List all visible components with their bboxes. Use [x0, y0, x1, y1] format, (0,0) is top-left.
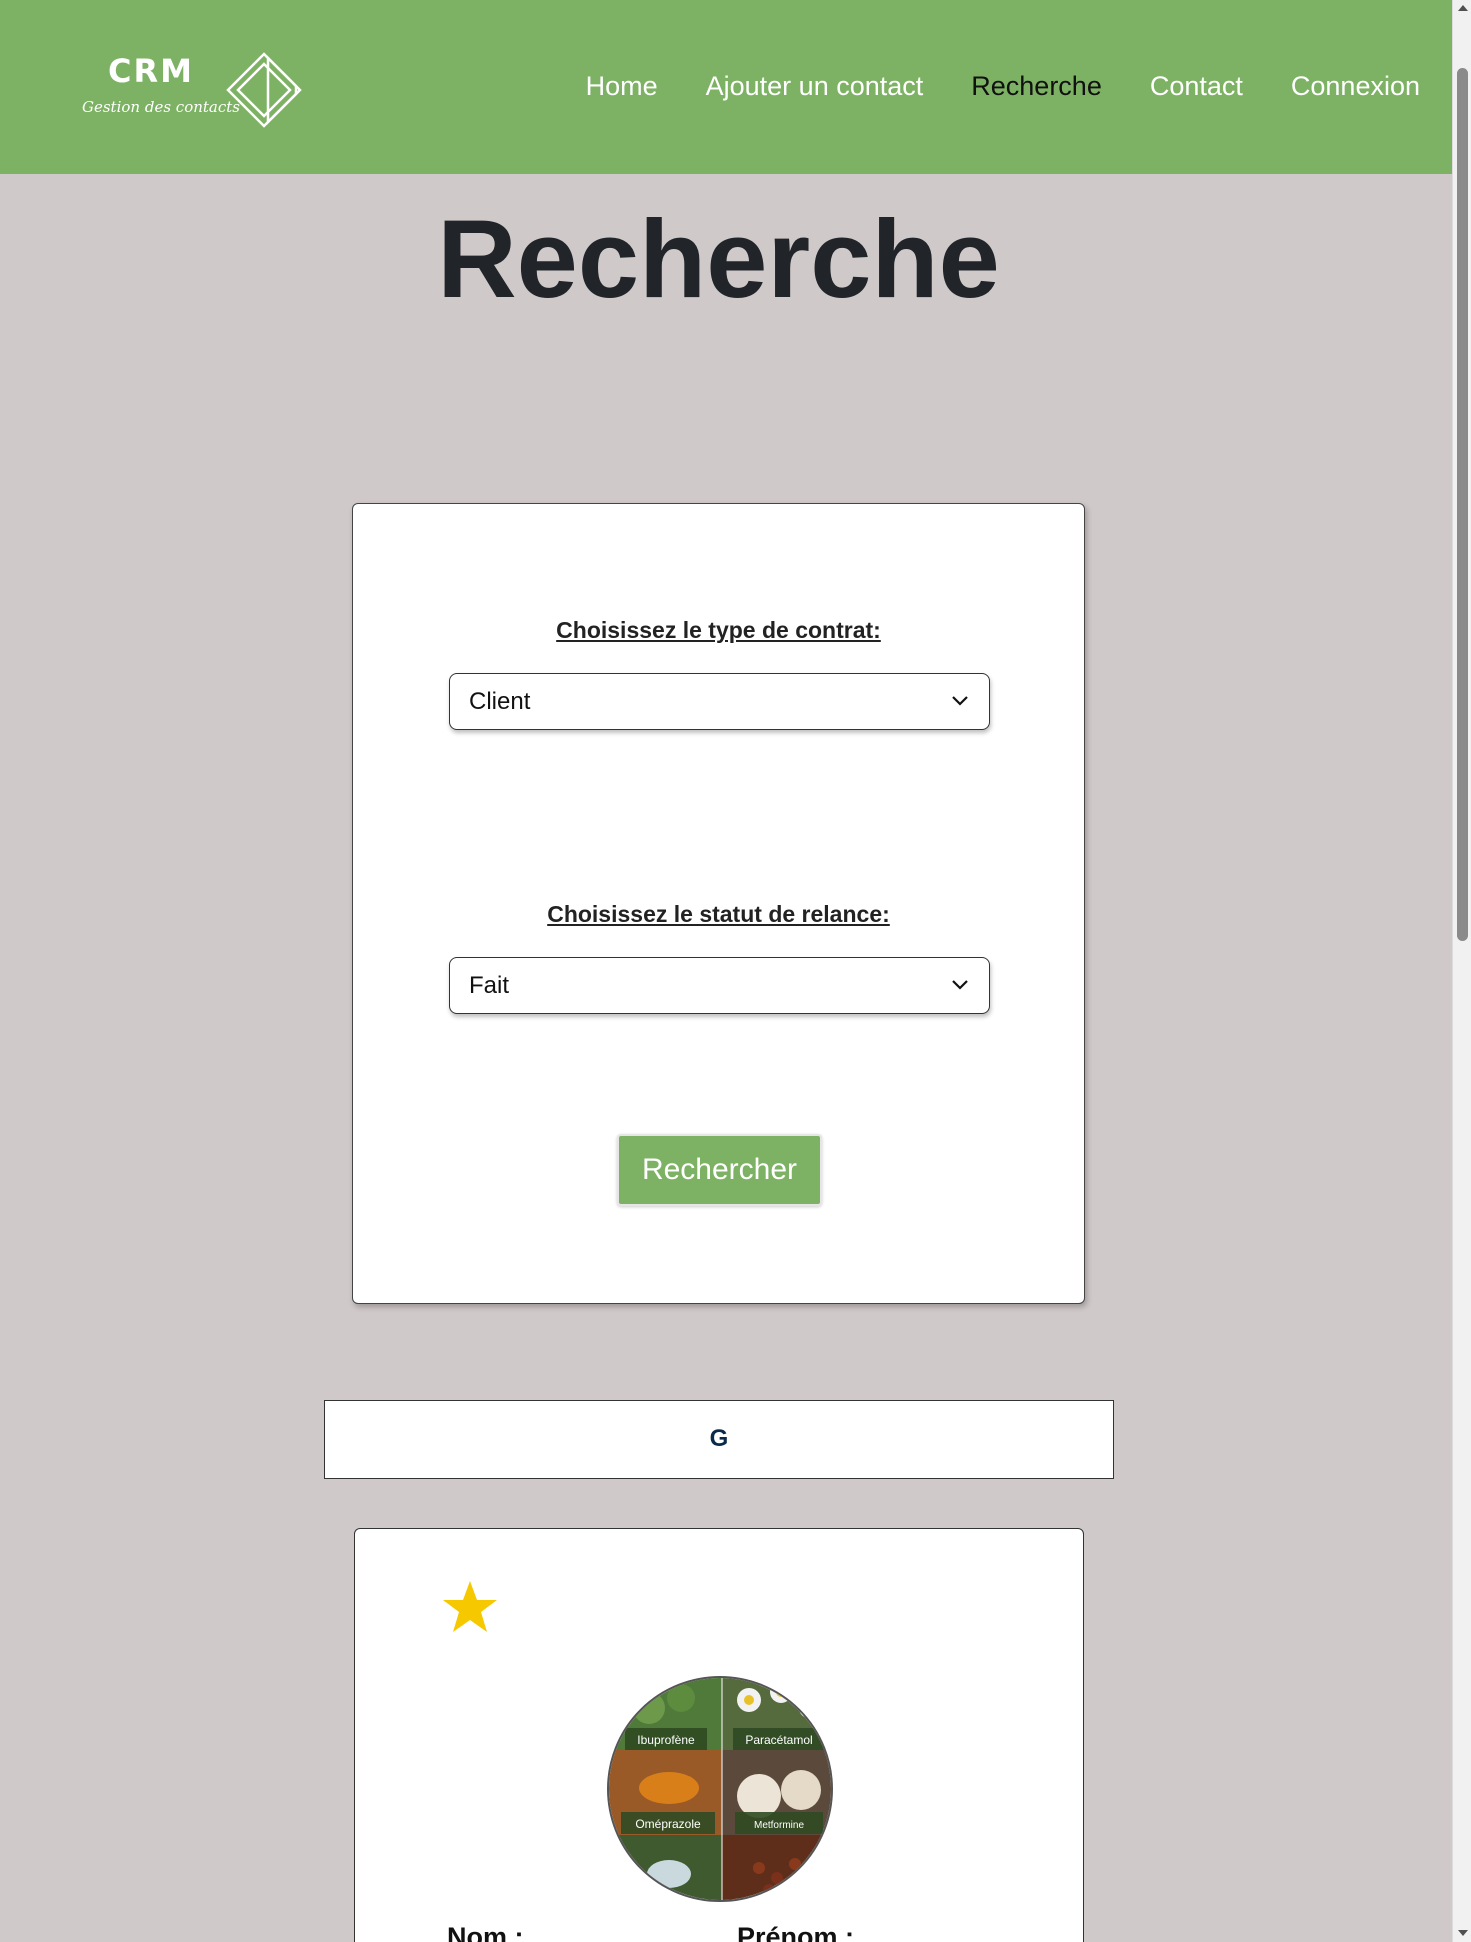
nom-label: Nom :	[447, 1922, 524, 1942]
contact-avatar: Ibuprofène Paracétamol Oméprazole Metfor…	[607, 1676, 833, 1902]
scrollbar-thumb[interactable]	[1457, 68, 1468, 941]
nav-contact[interactable]: Contact	[1150, 70, 1243, 102]
contract-type-select[interactable]: Client	[449, 673, 990, 730]
vertical-scrollbar[interactable]	[1452, 0, 1471, 1942]
chevron-down-icon	[952, 696, 968, 706]
page-title: Recherche	[437, 198, 1000, 321]
nav-ajouter-contact[interactable]: Ajouter un contact	[706, 70, 924, 102]
logo[interactable]: CRM Gestion des contacts	[82, 52, 302, 128]
image-label-omeprazole: Oméprazole	[635, 1817, 701, 1831]
letter-heading: G	[709, 1425, 729, 1452]
page: CRM Gestion des contacts Home Ajouter un…	[0, 0, 1452, 1942]
image-label-metformine: Metformine	[754, 1820, 804, 1831]
contract-type-label: Choisissez le type de contrat:	[556, 617, 881, 643]
image-label-paracetamol: Paracétamol	[745, 1733, 812, 1747]
contract-type-value: Client	[469, 688, 531, 715]
letter-divider: G	[324, 1400, 1114, 1479]
search-form: Choisissez le type de contrat: Client Ch…	[352, 503, 1085, 1304]
scroll-down-arrow-icon[interactable]	[1458, 1930, 1468, 1936]
relance-status-value: Fait	[469, 972, 510, 999]
scroll-up-arrow-icon[interactable]	[1458, 5, 1468, 11]
image-label-ibuprofene: Ibuprofène	[637, 1733, 695, 1747]
nav-recherche[interactable]: Recherche	[971, 70, 1102, 102]
nav-connexion[interactable]: Connexion	[1291, 70, 1420, 102]
logo-tagline: Gestion des contacts	[82, 98, 240, 116]
navbar: CRM Gestion des contacts Home Ajouter un…	[0, 0, 1452, 174]
chevron-down-icon	[952, 980, 968, 990]
logo-title: CRM	[108, 52, 194, 90]
contact-card: Ibuprofène Paracétamol Oméprazole Metfor…	[354, 1528, 1084, 1942]
diamond-logo-icon	[226, 52, 302, 128]
prenom-label: Prénom :	[737, 1922, 855, 1942]
nav-home[interactable]: Home	[586, 70, 658, 102]
medicine-collage-image: Ibuprofène Paracétamol Oméprazole Metfor…	[609, 1678, 831, 1900]
relance-status-label: Choisissez le statut de relance:	[547, 901, 890, 927]
search-button[interactable]: Rechercher	[617, 1134, 822, 1206]
relance-status-select[interactable]: Fait	[449, 957, 990, 1014]
star-icon[interactable]	[441, 1579, 499, 1635]
main-nav: Home Ajouter un contact Recherche Contac…	[538, 70, 1420, 102]
